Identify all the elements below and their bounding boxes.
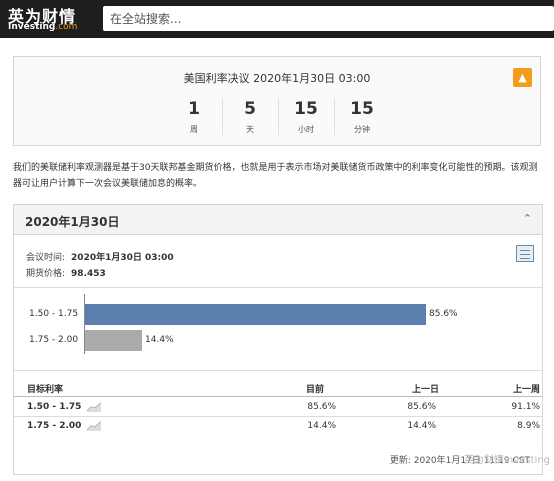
bar-value-2: 14.4%	[145, 335, 174, 345]
bar-value-1: 85.6%	[429, 309, 458, 319]
bar-label-2: 1.75 - 2.00	[29, 335, 79, 345]
futures-price: 期货价格: 98.453	[26, 269, 106, 279]
event-title: 美国利率决议 2020年1月30日 03:00	[183, 72, 371, 85]
meeting-date-title: 2020年1月30日	[25, 215, 120, 229]
col-header-prev-week: 上一周	[512, 385, 540, 395]
divider	[14, 370, 542, 371]
meeting-panel-header[interactable]: 2020年1月30日 ⌃	[14, 205, 542, 235]
sparkline-icon[interactable]	[86, 401, 102, 412]
probability-bar-1	[85, 304, 426, 325]
col-header-target-rate: 目标利率	[27, 385, 64, 395]
site-logo[interactable]: 英为财情 Investing.com	[8, 3, 98, 33]
countdown-days: 5 天	[244, 99, 256, 134]
meeting-time: 会议时间: 2020年1月30日 03:00	[26, 253, 174, 263]
divider	[14, 287, 542, 288]
chevron-up-icon[interactable]: ⌃	[523, 212, 532, 225]
row-divider	[14, 416, 542, 417]
sparkline-icon[interactable]	[86, 420, 102, 431]
logo-english-text: Investing.com	[8, 22, 78, 32]
alert-bell-icon[interactable]: ▲	[513, 68, 532, 87]
col-header-current: 目前	[305, 385, 324, 395]
meeting-panel: 2020年1月30日 ⌃ 会议时间: 2020年1月30日 03:00 期货价格:…	[13, 204, 543, 475]
countdown-panel: 美国利率决议 2020年1月30日 03:00 ▲ 1 周 5 天 15 小时 …	[13, 56, 541, 146]
probability-bar-2	[85, 330, 142, 351]
watermark-text: 英为财情Investing	[464, 455, 550, 466]
search-input[interactable]	[103, 6, 554, 31]
export-table-icon[interactable]	[516, 245, 534, 262]
countdown-minutes: 15 分钟	[350, 99, 374, 134]
col-header-prev-day: 上一日	[411, 385, 439, 395]
table-header-divider	[14, 396, 542, 397]
top-bar: 英为财情 Investing.com	[0, 0, 554, 38]
countdown-hours: 15 小时	[294, 99, 318, 134]
countdown-weeks: 1 周	[188, 99, 200, 134]
search-box[interactable]	[103, 6, 554, 31]
description-text: 我们的美联储利率观测器是基于30天联邦基金期货价格，也就是用于表示市场对美联储货…	[13, 163, 538, 189]
bar-label-1: 1.50 - 1.75	[29, 309, 79, 319]
